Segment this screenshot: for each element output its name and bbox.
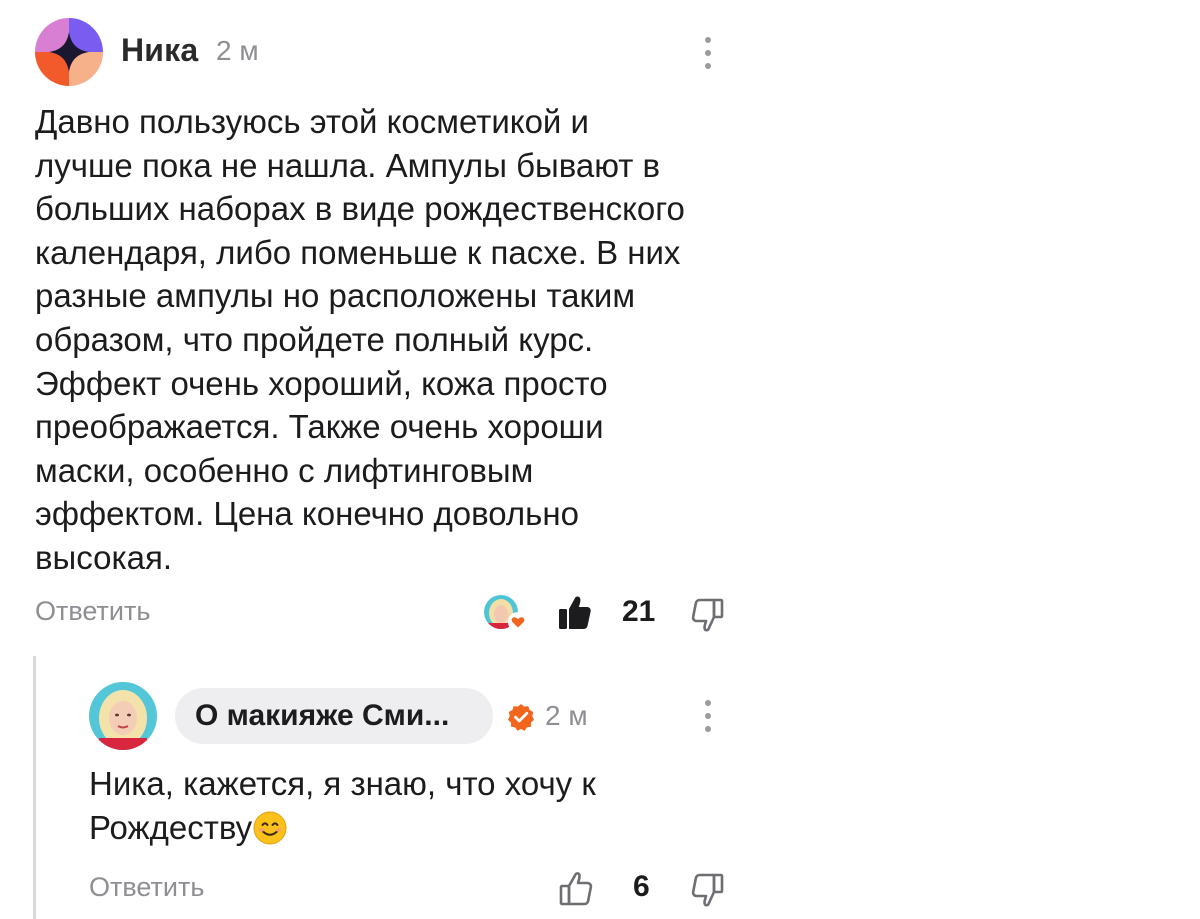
comment-timestamp: 2 м <box>216 35 259 66</box>
heart-icon <box>508 612 528 632</box>
author-avatar-image <box>35 18 103 86</box>
thread-line <box>33 656 36 919</box>
author-avatar[interactable] <box>35 18 103 86</box>
more-options-icon[interactable] <box>696 31 720 75</box>
smiling-face-icon <box>253 811 287 845</box>
comment-text: Давно пользуюсь этой косметикой и лучше … <box>35 103 685 576</box>
reply-text: Ника, кажется, я знаю, что хочу к Рождес… <box>89 762 729 849</box>
channel-avatar[interactable] <box>89 682 157 750</box>
thumbs-up-filled-icon[interactable] <box>558 594 592 630</box>
like-count: 6 <box>633 870 650 903</box>
reply-text-body: Ника, кажется, я знаю, что хочу к Рождес… <box>89 765 596 846</box>
channel-name: О макияже Сми... <box>195 699 450 732</box>
reply-timestamp: 2 м <box>545 700 588 731</box>
thumbs-down-icon[interactable] <box>690 598 724 632</box>
author-name[interactable]: Ника <box>121 32 198 69</box>
channel-name-chip[interactable]: О макияже Сми... <box>175 688 493 744</box>
thumbs-down-icon[interactable] <box>690 873 724 907</box>
like-count: 21 <box>622 595 656 628</box>
thumbs-up-icon[interactable] <box>559 870 593 906</box>
reply-button[interactable]: Ответить <box>89 872 204 903</box>
verified-badge-icon <box>507 703 535 731</box>
reply-button[interactable]: Ответить <box>35 596 150 627</box>
more-options-icon[interactable] <box>696 694 720 738</box>
